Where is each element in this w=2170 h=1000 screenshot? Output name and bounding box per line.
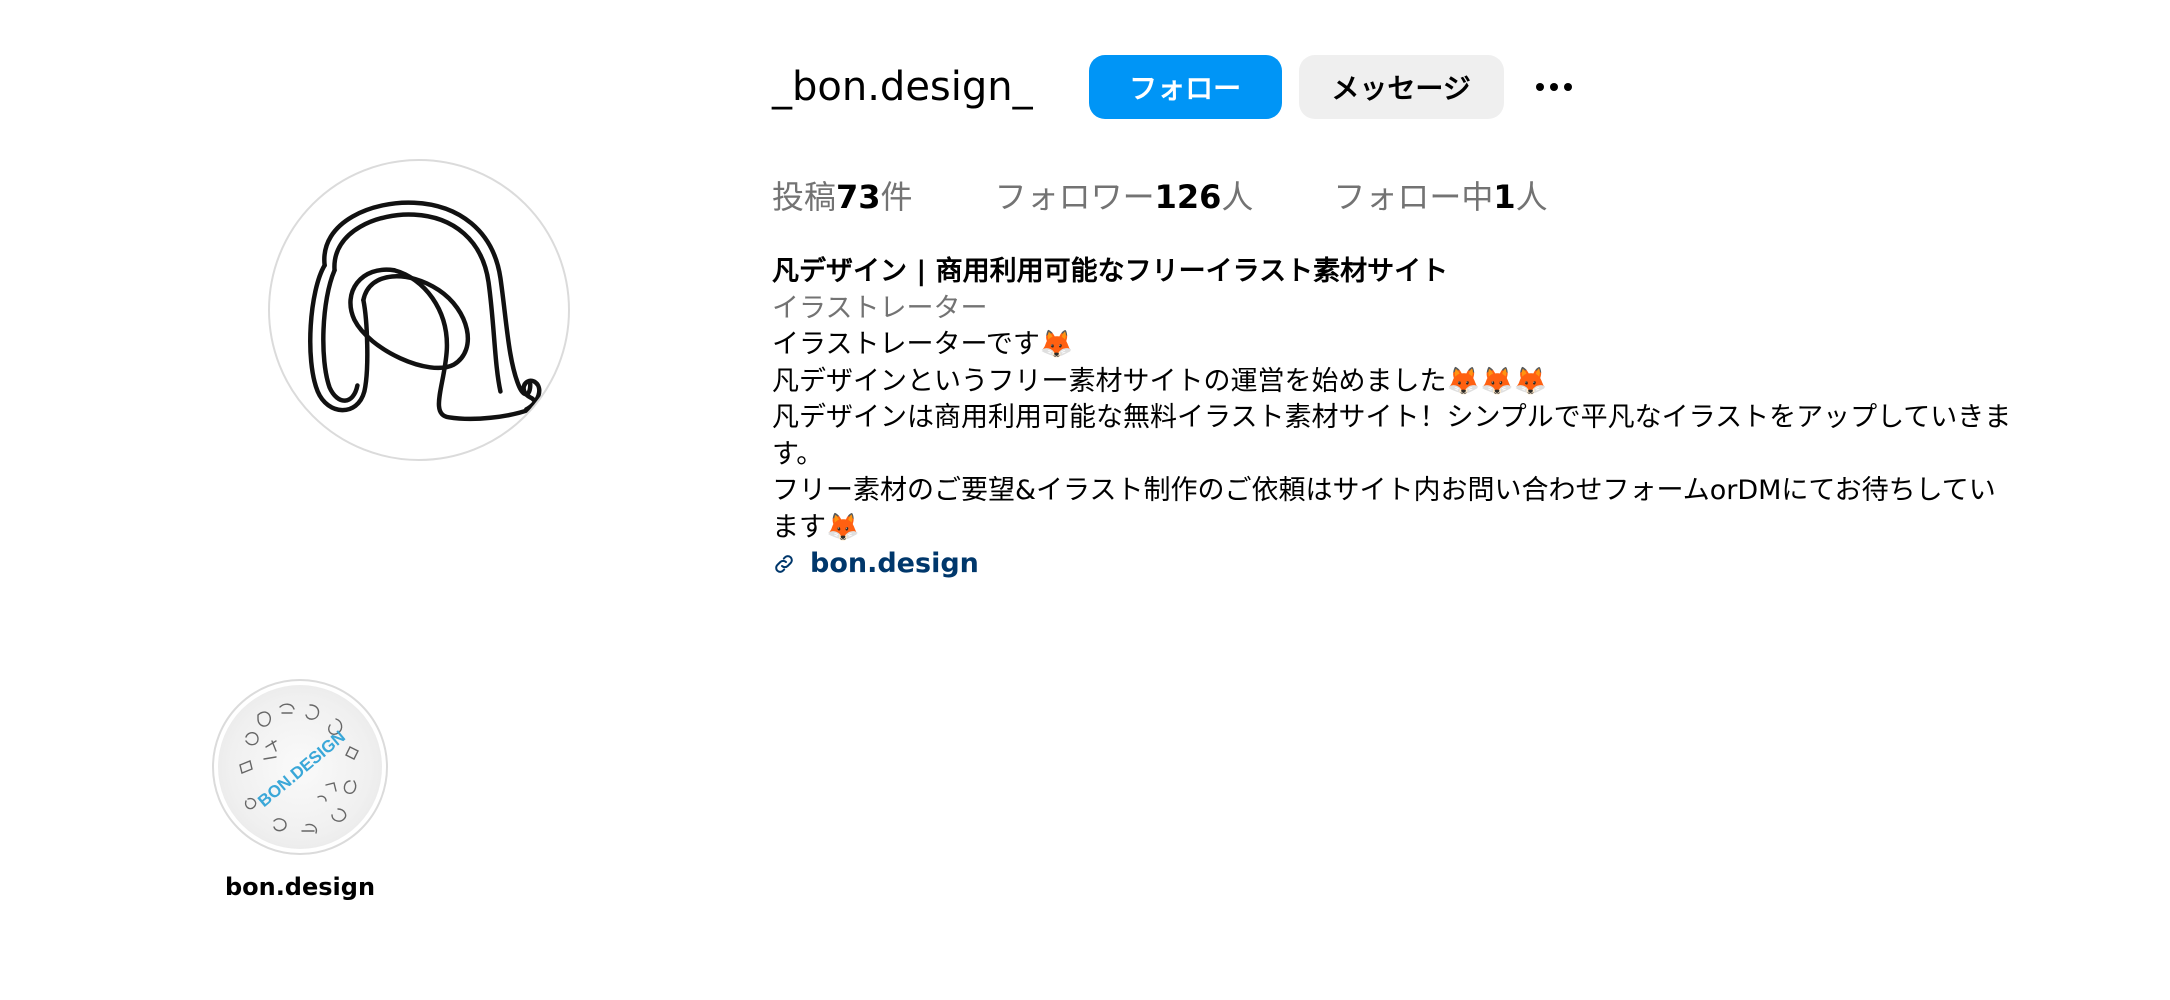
highlight-ring: BON.DESIGN (212, 679, 388, 855)
profile-username: _bon.design_ (772, 64, 1033, 110)
profile-bio: 凡デザイン | 商用利用可能なフリーイラスト素材サイト イラストレーター イラス… (772, 254, 2012, 583)
followers-suffix: 人 (1221, 178, 1254, 216)
story-highlight[interactable]: BON.DESIGN bon.design (212, 679, 388, 901)
following-count: 1 (1493, 178, 1516, 216)
bio-display-name: 凡デザイン | 商用利用可能なフリーイラスト素材サイト (772, 256, 1449, 287)
followers-label: フォロワー (994, 178, 1155, 216)
bio-text-line: 凡デザインは商用利用可能な無料イラスト素材サイト！シンプルで平凡なイラストをアッ… (772, 402, 2012, 470)
posts-count: 73 (836, 178, 881, 216)
highlight-cover: BON.DESIGN (218, 685, 382, 849)
followers-stat[interactable]: フォロワー 126 人 (995, 172, 1254, 218)
more-options-button[interactable] (1530, 63, 1578, 111)
bon-design-logo-icon (308, 200, 542, 427)
bio-link-text: bon.design (810, 548, 979, 579)
follow-button[interactable]: フォロー (1088, 55, 1282, 119)
posts-suffix: 件 (880, 178, 913, 216)
followers-count: 126 (1154, 178, 1222, 216)
bio-text-line: イラストレーターです🦊 (772, 329, 1074, 360)
posts-stat: 投稿 73 件 (772, 172, 913, 218)
following-label: フォロー中 (1333, 178, 1494, 216)
bio-text-line: フリー素材のご要望&イラスト制作のご依頼はサイト内お問い合わせフォームorDMに… (772, 475, 1996, 543)
posts-label: 投稿 (772, 178, 837, 216)
following-stat[interactable]: フォロー中 1 人 (1333, 172, 1547, 218)
more-horizontal-icon (1535, 83, 1544, 91)
bio-text-line: 凡デザインというフリー素材サイトの運営を始めました🦊🦊🦊 (772, 365, 1548, 397)
following-suffix: 人 (1515, 178, 1548, 216)
more-horizontal-icon-dot (1549, 83, 1558, 91)
highlight-cover-illustration: BON.DESIGN (239, 703, 359, 834)
link-icon (772, 552, 796, 576)
profile-avatar[interactable] (268, 159, 570, 461)
profile-header: _bon.design_ フォロー メッセージ (772, 54, 1578, 120)
highlight-label: bon.design (224, 873, 376, 901)
more-horizontal-icon-dot (1563, 83, 1572, 91)
profile-stats: 投稿 73 件 フォロワー 126 人 フォロー中 1 人 (772, 172, 1548, 218)
highlight-cover-text: BON.DESIGN (254, 727, 349, 811)
bio-website-link[interactable]: bon.design (772, 546, 2012, 583)
message-button[interactable]: メッセージ (1298, 55, 1504, 119)
bio-category: イラストレーター (772, 292, 988, 324)
